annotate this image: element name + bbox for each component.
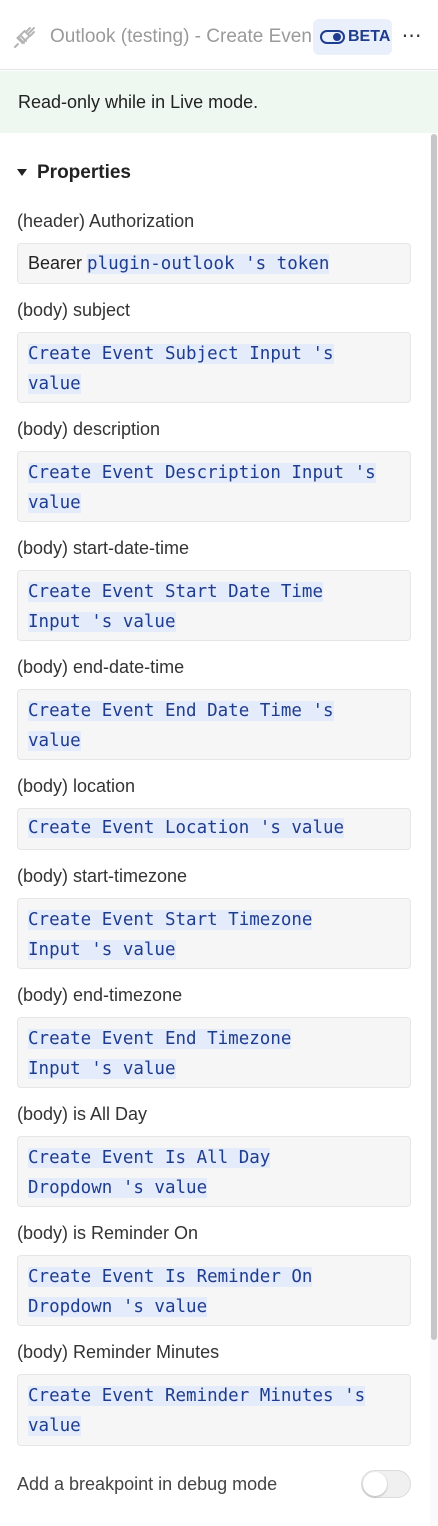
property-value-field[interactable]: Create Event Reminder Minutes 's value (17, 1374, 411, 1446)
property-value-field[interactable]: Create Event Location 's value (17, 808, 411, 850)
beta-label: BETA (348, 28, 391, 45)
beta-toggle-button[interactable]: BETA (313, 19, 392, 55)
value-token: Create Event Location 's value (28, 818, 345, 838)
value-token: value (28, 1416, 81, 1436)
panel-header: Outlook (testing) - Create Event BETA ⋯ (0, 0, 438, 70)
value-prefix: Bearer (28, 253, 88, 273)
property-label: (body) Reminder Minutes (17, 1342, 220, 1362)
caret-down-icon (17, 169, 27, 176)
value-token: Create Event Start Date Time (28, 582, 324, 602)
breakpoint-label: Add a breakpoint in debug mode (17, 1474, 278, 1494)
property-label: (body) start-date-time (17, 538, 190, 558)
value-token: Create Event Is Reminder On (28, 1267, 313, 1287)
value-token: Dropdown 's value (28, 1178, 208, 1198)
property-label: (body) is All Day (17, 1104, 148, 1124)
value-token: Create Event End Timezone (28, 1029, 292, 1049)
value-token: Input 's value (28, 940, 176, 960)
property-label: (body) end-date-time (17, 657, 185, 677)
property-label: (body) description (17, 419, 161, 439)
property-value-field[interactable]: Create Event Subject Input 's value (17, 332, 411, 403)
read-only-banner: Read-only while in Live mode. (0, 71, 438, 133)
property-value-field[interactable]: Create Event Is Reminder On Dropdown 's … (17, 1255, 411, 1326)
property-label: (body) is Reminder On (17, 1223, 199, 1243)
property-value-field[interactable]: Create Event End Date Time 's value (17, 689, 411, 760)
value-token: value (28, 374, 81, 394)
value-token: Input 's value (28, 612, 176, 632)
property-label: (body) end-timezone (17, 985, 183, 1005)
property-label: (body) subject (17, 300, 131, 320)
value-token: Create Event Is All Day (28, 1148, 271, 1168)
value-token: value (28, 493, 81, 513)
section-title: Properties (37, 162, 131, 183)
plug-disconnected-icon (14, 27, 35, 48)
property-value-field[interactable]: Create Event Start Timezone Input 's val… (17, 898, 411, 969)
property-value-field[interactable]: Create Event Start Date Time Input 's va… (17, 570, 411, 641)
property-label: (body) location (17, 776, 136, 796)
value-token: Create Event End Date Time 's (28, 701, 334, 721)
property-label: (header) Authorization (17, 211, 195, 231)
value-token: Dropdown 's value (28, 1297, 208, 1317)
toggle-icon (320, 30, 345, 44)
property-value-field[interactable]: Create Event Is All Day Dropdown 's valu… (17, 1136, 411, 1207)
value-token: Create Event Reminder Minutes 's (28, 1386, 366, 1406)
property-value-field[interactable]: Create Event End Timezone Input 's value (17, 1017, 411, 1088)
value-token: plugin-outlook 's token (87, 254, 330, 274)
value-token: Input 's value (28, 1059, 176, 1079)
property-value-field[interactable]: Create Event Description Input 's value (17, 451, 411, 522)
value-token: Create Event Subject Input 's (28, 344, 334, 364)
panel-title: Outlook (testing) - Create Event (50, 26, 312, 47)
breakpoint-toggle[interactable] (361, 1470, 411, 1498)
value-token: Create Event Start Timezone (28, 910, 313, 930)
scrollbar-thumb[interactable] (431, 134, 437, 1340)
value-token: Create Event Description Input 's (28, 463, 376, 483)
value-token: value (28, 731, 81, 751)
more-options-icon[interactable]: ⋯ (398, 20, 426, 52)
property-value-field[interactable]: Bearer plugin-outlook 's token (17, 243, 411, 284)
property-label: (body) start-timezone (17, 866, 188, 886)
